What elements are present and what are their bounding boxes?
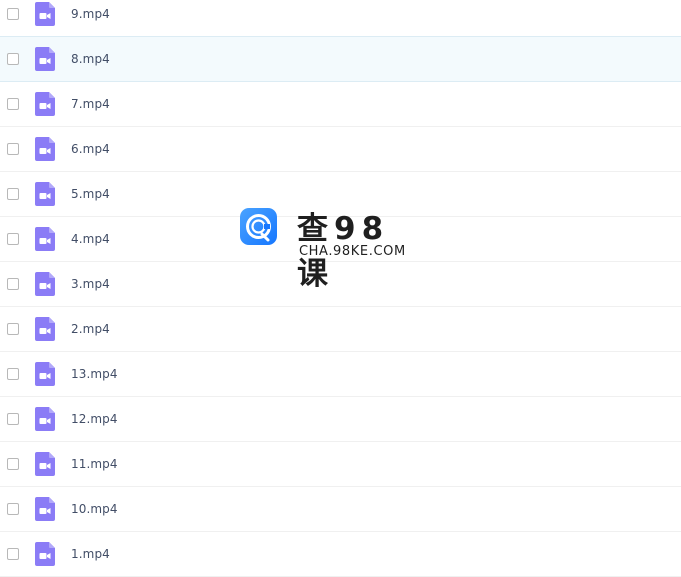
file-row[interactable]: 8.mp4	[0, 36, 681, 82]
video-file-icon	[35, 227, 55, 251]
row-checkbox[interactable]	[7, 98, 19, 110]
row-checkbox[interactable]	[7, 548, 19, 560]
file-name[interactable]: 4.mp4	[71, 232, 110, 246]
file-name[interactable]: 1.mp4	[71, 547, 110, 561]
row-checkbox[interactable]	[7, 368, 19, 380]
row-checkbox[interactable]	[7, 188, 19, 200]
file-row[interactable]: 12.mp4	[0, 397, 681, 442]
file-row[interactable]: 11.mp4	[0, 442, 681, 487]
video-file-icon	[35, 2, 55, 26]
row-checkbox[interactable]	[7, 413, 19, 425]
row-checkbox[interactable]	[7, 458, 19, 470]
video-file-icon	[35, 47, 55, 71]
file-row[interactable]: 1.mp4	[0, 532, 681, 577]
file-row[interactable]: 2.mp4	[0, 307, 681, 352]
row-checkbox[interactable]	[7, 278, 19, 290]
row-checkbox[interactable]	[7, 8, 19, 20]
row-checkbox[interactable]	[7, 233, 19, 245]
row-checkbox[interactable]	[7, 323, 19, 335]
file-name[interactable]: 10.mp4	[71, 502, 118, 516]
file-row[interactable]: 10.mp4	[0, 487, 681, 532]
file-row[interactable]: 5.mp4	[0, 172, 681, 217]
file-name[interactable]: 8.mp4	[71, 52, 110, 66]
video-file-icon	[35, 182, 55, 206]
file-name[interactable]: 13.mp4	[71, 367, 118, 381]
video-file-icon	[35, 452, 55, 476]
row-checkbox[interactable]	[7, 503, 19, 515]
file-row[interactable]: 13.mp4	[0, 352, 681, 397]
file-row[interactable]: 9.mp4	[0, 0, 681, 37]
file-name[interactable]: 5.mp4	[71, 187, 110, 201]
video-file-icon	[35, 272, 55, 296]
video-file-icon	[35, 137, 55, 161]
file-list: 9.mp4 8.mp4 7.mp4 6.mp4 5.mp4 4.mp4 3.mp4 2.mp4…	[0, 0, 681, 577]
row-checkbox[interactable]	[7, 143, 19, 155]
file-name[interactable]: 6.mp4	[71, 142, 110, 156]
file-name[interactable]: 2.mp4	[71, 322, 110, 336]
file-row[interactable]: 6.mp4	[0, 127, 681, 172]
video-file-icon	[35, 317, 55, 341]
video-file-icon	[35, 92, 55, 116]
row-checkbox[interactable]	[7, 53, 19, 65]
file-row[interactable]: 4.mp4	[0, 217, 681, 262]
file-name[interactable]: 9.mp4	[71, 7, 110, 21]
video-file-icon	[35, 497, 55, 521]
file-name[interactable]: 3.mp4	[71, 277, 110, 291]
file-name[interactable]: 11.mp4	[71, 457, 118, 471]
file-name[interactable]: 7.mp4	[71, 97, 110, 111]
video-file-icon	[35, 362, 55, 386]
file-row[interactable]: 7.mp4	[0, 82, 681, 127]
video-file-icon	[35, 542, 55, 566]
file-name[interactable]: 12.mp4	[71, 412, 118, 426]
file-row[interactable]: 3.mp4	[0, 262, 681, 307]
video-file-icon	[35, 407, 55, 431]
